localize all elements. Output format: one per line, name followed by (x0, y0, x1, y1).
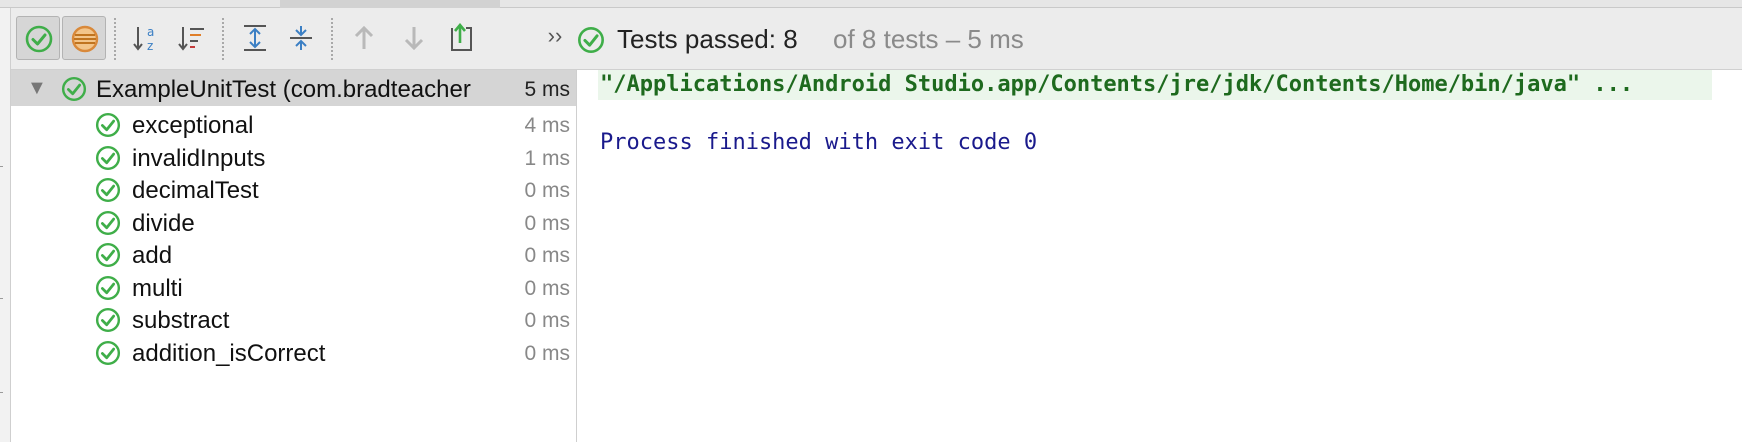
left-gutter (0, 8, 11, 442)
test-class-name: ExampleUnitTest (com.bradteacher (96, 76, 471, 103)
test-method-name: multi (132, 274, 183, 302)
svg-text:z: z (147, 39, 153, 53)
test-method-row[interactable]: multi 0 ms (11, 269, 576, 305)
collapse-all-icon (290, 26, 312, 50)
console-command-line[interactable]: "/Applications/Android Studio.app/Conten… (598, 70, 1712, 100)
toolbar-separator (114, 18, 116, 60)
tab-strip[interactable] (280, 0, 500, 8)
expand-all-button[interactable] (233, 16, 277, 60)
sort-by-duration-button[interactable] (170, 16, 214, 60)
test-runner-window: a z ›› Tests passed: 8 of 8 tests – 5 ms… (0, 0, 1742, 442)
passed-icon (95, 340, 121, 365)
show-passed-button[interactable] (16, 16, 60, 60)
collapse-arrow-icon[interactable]: ▼ (27, 77, 47, 100)
svg-text:a: a (147, 25, 154, 39)
test-method-name: exceptional (132, 112, 254, 139)
test-tree: ▼ ExampleUnitTest (com.bradteacher 5 ms … (11, 70, 577, 442)
passed-icon (95, 307, 121, 333)
export-results-button[interactable] (440, 16, 484, 60)
test-method-name: invalidInputs (132, 144, 266, 172)
passed-icon (95, 210, 121, 235)
collapse-all-button[interactable] (279, 16, 323, 60)
export-results-icon (451, 23, 472, 51)
test-toolbar: a z ›› Tests passed: 8 of 8 tests – 5 ms (11, 8, 1742, 70)
previous-failed-button[interactable] (342, 16, 386, 60)
test-method-name: add (132, 242, 173, 269)
passed-icon (95, 275, 121, 300)
sort-alphabetically-icon: a z (133, 25, 154, 53)
toolbar-separator (331, 18, 333, 60)
passed-icon (95, 145, 121, 170)
passed-icon (95, 242, 121, 268)
passed-icon (95, 112, 121, 138)
test-duration: 0 ms (524, 276, 570, 300)
more-icon[interactable]: ›› (543, 23, 567, 49)
previous-failed-icon (354, 25, 374, 49)
test-method-row[interactable]: exceptional 4 ms (11, 106, 576, 142)
passed-icon (95, 177, 121, 203)
console-exit-message: Process finished with exit code 0 (600, 130, 1038, 155)
status-passed-label: Tests passed: 8 (617, 24, 798, 54)
show-ignored-icon (71, 25, 99, 53)
test-method-row[interactable]: addition_isCorrect 0 ms (11, 334, 576, 370)
test-duration: 1 ms (524, 146, 570, 170)
test-duration: 4 ms (524, 114, 570, 137)
test-method-name: addition_isCorrect (132, 339, 326, 367)
next-failed-icon (404, 27, 424, 51)
test-method-row[interactable]: divide 0 ms (11, 204, 576, 240)
show-passed-icon (25, 25, 53, 53)
test-method-row[interactable]: substract 0 ms (11, 301, 576, 337)
toolbar-separator (222, 18, 224, 60)
passed-icon (61, 76, 87, 102)
console-output[interactable]: "/Applications/Android Studio.app/Conten… (578, 70, 1742, 442)
test-duration: 0 ms (524, 341, 570, 365)
test-duration: 0 ms (524, 309, 570, 332)
top-edge (0, 0, 1742, 8)
test-method-row[interactable]: decimalTest 0 ms (11, 171, 576, 207)
test-duration: 5 ms (524, 78, 570, 101)
next-failed-button[interactable] (392, 16, 436, 60)
tree-root-node[interactable]: ▼ ExampleUnitTest (com.bradteacher 5 ms (11, 70, 576, 106)
test-method-name: decimalTest (132, 177, 259, 204)
status-summary: of 8 tests – 5 ms (833, 24, 1024, 54)
passed-icon (578, 27, 604, 53)
show-ignored-button[interactable] (62, 16, 106, 60)
expand-all-icon (244, 25, 266, 51)
test-duration: 0 ms (524, 179, 570, 202)
test-method-name: substract (132, 307, 230, 334)
sort-by-duration-icon (178, 27, 204, 51)
test-duration: 0 ms (524, 244, 570, 267)
test-method-row[interactable]: add 0 ms (11, 236, 576, 272)
sort-alphabetically-button[interactable]: a z (124, 16, 168, 60)
test-method-row[interactable]: invalidInputs 1 ms (11, 139, 576, 175)
test-method-name: divide (132, 209, 195, 237)
test-duration: 0 ms (524, 211, 570, 235)
